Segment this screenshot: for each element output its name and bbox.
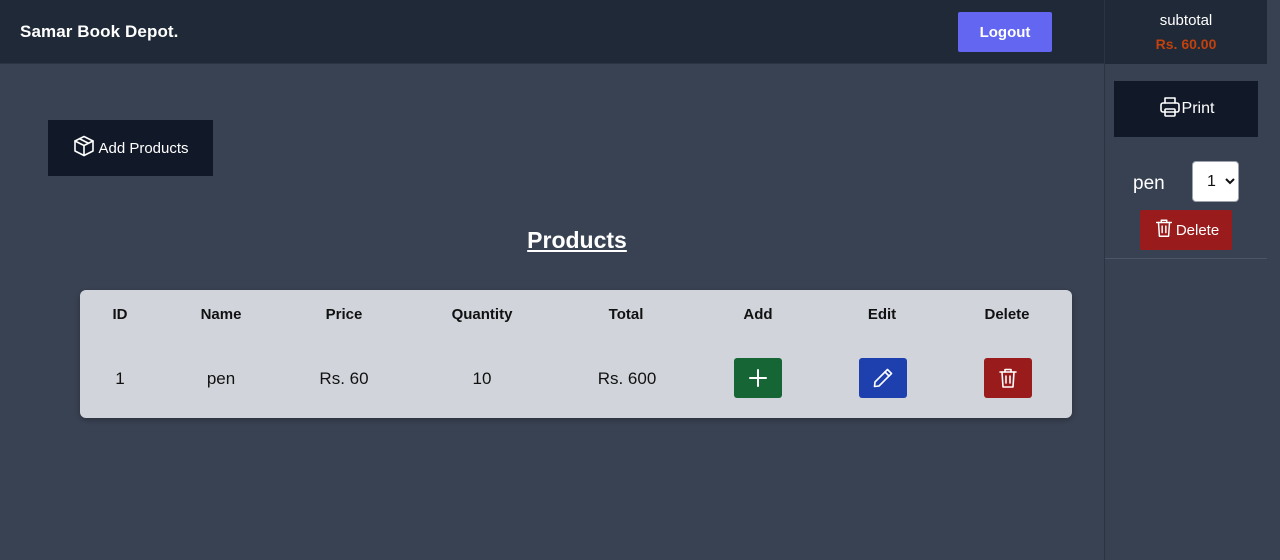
cell-quantity: 10 <box>472 369 492 388</box>
print-label: Print <box>1181 100 1215 117</box>
cart-sidebar: subtotal Rs. 60.00 Print pen 1 Delete <box>1104 0 1280 560</box>
column-header-name: Name <box>200 306 242 323</box>
plus-icon <box>749 369 767 387</box>
add-products-label: Add Products <box>98 139 189 157</box>
cell-id: 1 <box>115 369 125 388</box>
edit-product-button[interactable] <box>859 358 907 398</box>
trash-icon <box>999 368 1017 388</box>
print-button[interactable]: Print <box>1114 81 1258 137</box>
cart-delete-label: Delete <box>1175 221 1220 239</box>
trash-icon <box>1153 217 1175 243</box>
column-header-delete: Delete <box>984 306 1030 323</box>
printer-icon <box>1158 95 1182 124</box>
top-navbar: Samar Book Depot. Logout <box>0 0 1104 64</box>
column-header-total: Total <box>608 306 644 323</box>
cart-item-name: pen <box>1133 173 1165 194</box>
logout-button[interactable]: Logout <box>958 12 1052 52</box>
cart-quantity-select[interactable]: 1 <box>1192 161 1239 202</box>
products-heading: Products <box>527 227 627 253</box>
subtotal-panel: subtotal Rs. 60.00 <box>1105 0 1267 64</box>
delete-product-button[interactable] <box>984 358 1032 398</box>
brand-title: Samar Book Depot. <box>20 22 179 41</box>
column-header-id: ID <box>112 306 128 323</box>
add-products-button[interactable]: Add Products <box>48 120 213 176</box>
subtotal-label: subtotal <box>1159 12 1213 29</box>
column-header-add: Add <box>743 306 773 323</box>
main-area: Samar Book Depot. Logout Add Products Pr… <box>0 0 1104 560</box>
pencil-icon <box>873 368 893 388</box>
cell-price: Rs. 60 <box>319 369 369 388</box>
column-header-price: Price <box>325 306 363 323</box>
column-header-edit: Edit <box>867 306 897 323</box>
cart-divider <box>1105 258 1267 259</box>
column-header-quantity: Quantity <box>451 306 513 323</box>
box-icon <box>72 134 96 162</box>
add-to-cart-button[interactable] <box>734 358 782 398</box>
cell-total: Rs. 600 <box>597 369 657 388</box>
cart-delete-button[interactable]: Delete <box>1140 210 1232 250</box>
products-table: ID Name Price Quantity Total Add Edit De… <box>80 290 1072 418</box>
subtotal-value: Rs. 60.00 <box>1155 36 1217 52</box>
cell-name: pen <box>206 369 236 388</box>
